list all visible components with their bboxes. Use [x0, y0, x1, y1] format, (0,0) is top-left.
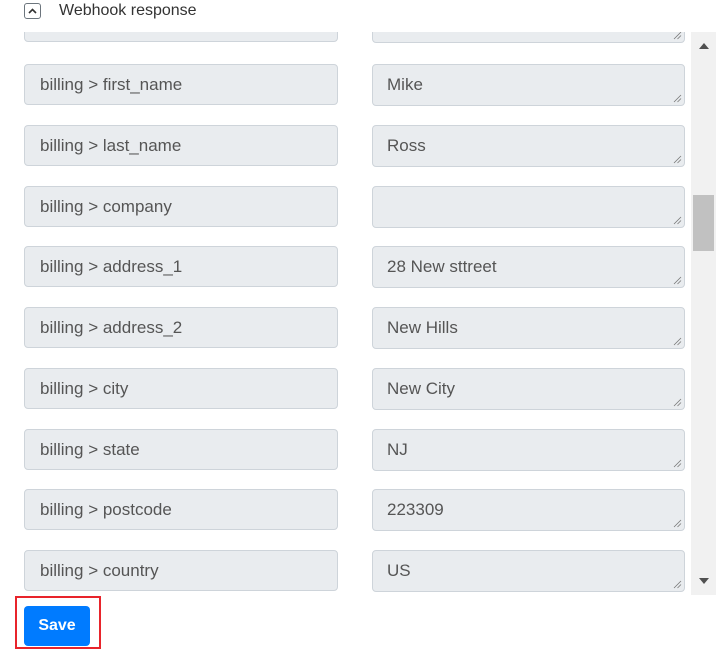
triangle-down-icon [698, 578, 709, 584]
field-value-textarea[interactable] [372, 186, 685, 228]
scroll-up-button[interactable] [691, 36, 716, 56]
field-value-text: Ross [387, 136, 426, 155]
vertical-scrollbar[interactable] [691, 32, 716, 595]
field-key [24, 32, 338, 42]
mapping-row: billing > address_2 New Hills [0, 307, 691, 349]
field-value-text: 223309 [387, 500, 444, 519]
mapping-row: billing > country US [0, 550, 691, 592]
save-button[interactable]: Save [24, 606, 90, 646]
resize-grip-icon[interactable] [672, 154, 682, 164]
field-value-textarea[interactable]: NJ [372, 429, 685, 471]
field-key: billing > address_1 [24, 246, 338, 287]
resize-grip-icon[interactable] [672, 32, 682, 40]
chevron-up-icon [28, 8, 37, 14]
section-title: Webhook response [59, 2, 197, 19]
field-key: billing > state [24, 429, 338, 470]
mapping-row: billing > company [0, 186, 691, 228]
mapping-row: billing > last_name Ross [0, 125, 691, 167]
field-value-textarea[interactable]: US [372, 550, 685, 592]
field-key: billing > first_name [24, 64, 338, 105]
resize-grip-icon[interactable] [672, 579, 682, 589]
field-value-text: 28 New sttreet [387, 257, 497, 276]
field-key: billing > address_2 [24, 307, 338, 348]
field-value-text: New Hills [387, 318, 458, 337]
resize-grip-icon[interactable] [672, 215, 682, 225]
field-value-textarea[interactable]: y [372, 32, 685, 43]
collapse-toggle-button[interactable] [24, 3, 41, 19]
field-value-text: NJ [387, 440, 408, 459]
field-value-textarea[interactable]: 223309 [372, 489, 685, 531]
resize-grip-icon[interactable] [672, 93, 682, 103]
resize-grip-icon[interactable] [672, 275, 682, 285]
field-value-text: US [387, 561, 411, 580]
field-value-textarea[interactable]: Mike [372, 64, 685, 106]
field-key: billing > company [24, 186, 338, 227]
mapping-row: billing > state NJ [0, 429, 691, 471]
field-key: billing > country [24, 550, 338, 591]
mapping-list: y billing > first_name Mike billing > last… [0, 32, 691, 595]
resize-grip-icon[interactable] [672, 336, 682, 346]
scroll-down-button[interactable] [691, 571, 716, 591]
mapping-row: billing > postcode 223309 [0, 489, 691, 531]
mapping-row: billing > city New City [0, 368, 691, 410]
mapping-row: billing > first_name Mike [0, 64, 691, 106]
field-value-textarea[interactable]: Ross [372, 125, 685, 167]
field-key: billing > city [24, 368, 338, 409]
field-value-text: New City [387, 379, 456, 398]
mapping-row-partial: y [0, 32, 691, 43]
field-value-textarea[interactable]: New Hills [372, 307, 685, 349]
field-value-textarea[interactable]: New City [372, 368, 685, 410]
resize-grip-icon[interactable] [672, 458, 682, 468]
mapping-row: billing > address_1 28 New sttreet [0, 246, 691, 288]
field-value-text: Mike [387, 75, 423, 94]
field-key: billing > last_name [24, 125, 338, 166]
section-header: Webhook response [0, 0, 726, 30]
field-value-textarea[interactable]: 28 New sttreet [372, 246, 685, 288]
resize-grip-icon[interactable] [672, 518, 682, 528]
scroll-thumb[interactable] [693, 195, 714, 251]
triangle-up-icon [698, 43, 709, 49]
field-key: billing > postcode [24, 489, 338, 530]
resize-grip-icon[interactable] [672, 397, 682, 407]
